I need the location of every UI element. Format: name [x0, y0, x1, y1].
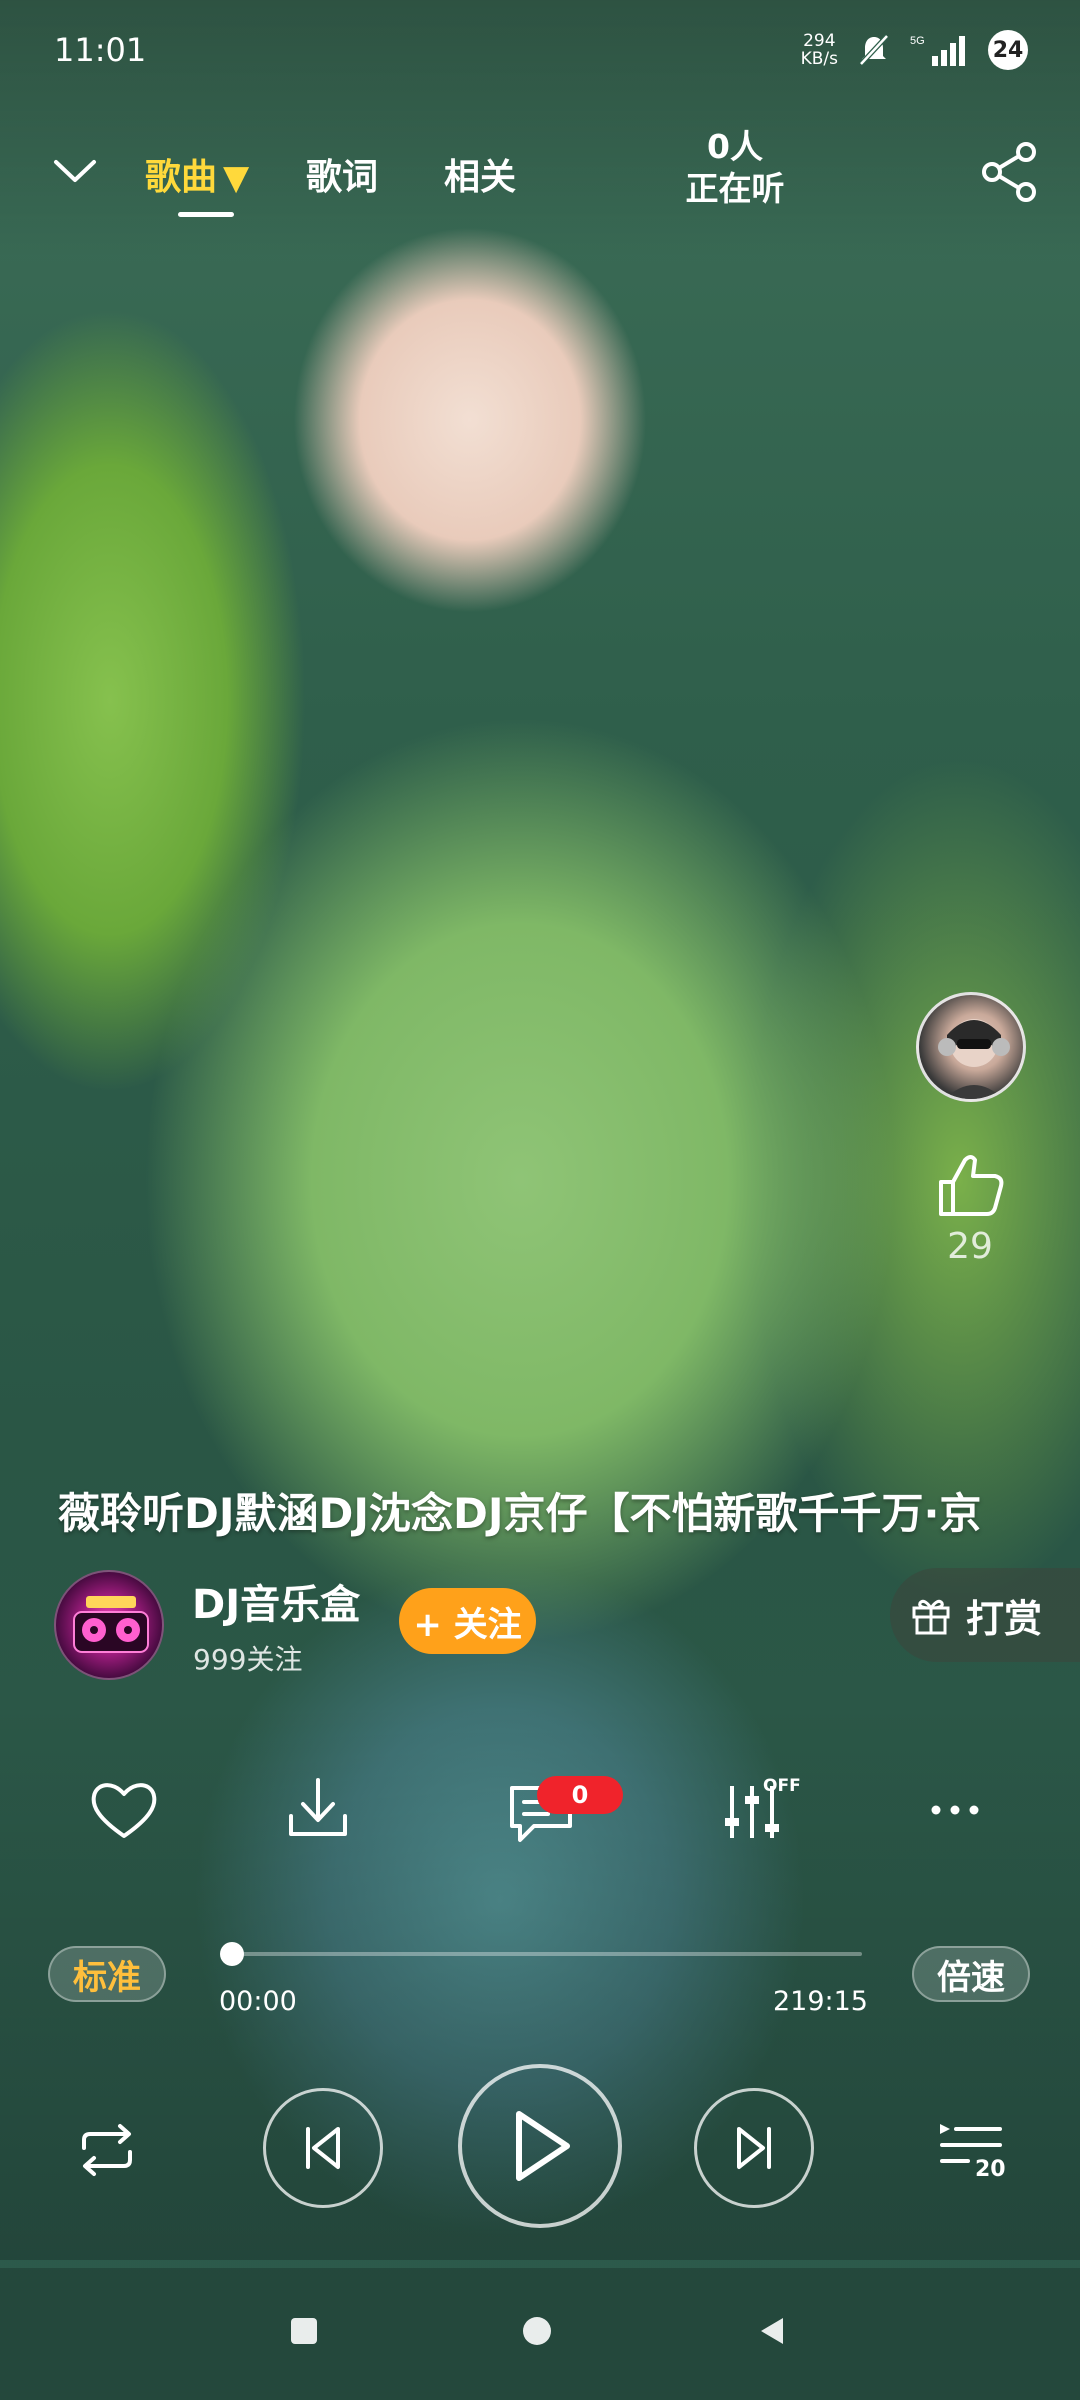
tip-button[interactable]: 打赏	[890, 1568, 1080, 1662]
next-icon	[737, 2127, 771, 2169]
follow-button[interactable]: + 关注	[399, 1588, 536, 1654]
net-speed: 294 KB/s	[800, 31, 838, 69]
tab-related[interactable]: 相关	[444, 148, 516, 200]
share-icon[interactable]	[978, 140, 1042, 204]
channel-followers: 999关注	[193, 1643, 303, 1676]
thumbs-up-icon[interactable]	[935, 1150, 1007, 1220]
back-icon[interactable]	[752, 2311, 792, 2351]
signal-icon: 5G	[910, 35, 965, 66]
heart-icon[interactable]	[88, 1770, 160, 1850]
top-nav: 歌曲 ▼ 歌词 相关 0人 正在听	[0, 120, 1080, 230]
chevron-down-icon[interactable]	[50, 150, 100, 190]
tab-lyrics[interactable]: 歌词	[306, 148, 378, 200]
song-title: 薇聆听DJ默涵DJ沈念DJ京仔【不怕新歌千千万·京	[58, 1489, 982, 1538]
previous-icon	[306, 2127, 340, 2169]
like-count: 29	[947, 1226, 993, 1267]
gift-icon	[912, 1599, 950, 1635]
recents-icon[interactable]	[284, 2311, 324, 2351]
playlist-count: 20	[975, 2157, 1006, 2182]
quality-button[interactable]: 标准	[48, 1946, 166, 2002]
progress-handle[interactable]	[220, 1942, 244, 1966]
next-button[interactable]	[694, 2088, 814, 2208]
repeat-icon[interactable]	[72, 2122, 142, 2178]
current-time: 00:00	[219, 1986, 297, 2017]
play-icon	[516, 2111, 570, 2181]
play-button[interactable]	[458, 2064, 622, 2228]
effect-state: OFF	[763, 1776, 801, 1796]
tab-song[interactable]: 歌曲 ▼	[145, 148, 249, 200]
active-tab-indicator: ▼	[223, 158, 250, 198]
comment-count-badge: 0	[537, 1776, 623, 1814]
tab-underline	[178, 212, 234, 217]
status-bar: 11:01 294 KB/s 5G 24	[0, 0, 1080, 100]
download-icon[interactable]	[283, 1770, 353, 1850]
channel-name[interactable]: DJ音乐盒	[192, 1572, 360, 1630]
battery-icon: 24	[988, 30, 1028, 70]
previous-button[interactable]	[263, 2088, 383, 2208]
status-time: 11:01	[54, 31, 147, 69]
avatar-icon[interactable]	[916, 992, 1026, 1102]
home-icon[interactable]	[517, 2311, 557, 2351]
listeners-count: 0人 正在听	[685, 127, 785, 208]
speed-button[interactable]: 倍速	[912, 1946, 1030, 2002]
channel-avatar[interactable]	[54, 1570, 164, 1680]
svg-text:5G: 5G	[910, 35, 925, 47]
mute-icon	[859, 34, 889, 66]
total-time: 219:15	[773, 1986, 868, 2017]
more-icon[interactable]	[928, 1770, 982, 1850]
progress-bar[interactable]	[232, 1952, 862, 1956]
